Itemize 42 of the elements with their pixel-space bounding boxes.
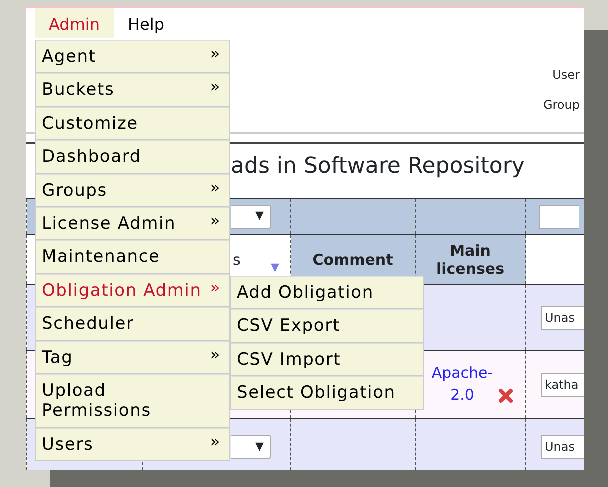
menu-item[interactable]: Scheduler xyxy=(35,307,230,341)
caret-icon: ▼ xyxy=(256,208,264,225)
submenu-arrow-icon: » xyxy=(210,434,221,450)
menu-item[interactable]: Agent » xyxy=(35,40,230,74)
menu-item[interactable]: CSV Import xyxy=(230,342,424,376)
menu-item[interactable]: Maintenance xyxy=(35,240,230,274)
column-header: Main licenses xyxy=(436,242,505,278)
submenu-arrow-icon: » xyxy=(210,214,221,228)
menu-item[interactable]: Buckets » xyxy=(35,73,230,107)
menu-bar-item[interactable]: Admin xyxy=(35,8,114,38)
filter-input[interactable] xyxy=(539,204,579,228)
menu-item[interactable]: Dashboard xyxy=(35,140,230,174)
user-label: User xyxy=(552,67,580,84)
assignee-select[interactable]: Unas xyxy=(541,306,584,330)
assignee-select[interactable]: Unas xyxy=(541,434,584,459)
menu-item[interactable]: Customize xyxy=(35,106,230,140)
menu-item[interactable]: Upload Permissions xyxy=(35,374,230,428)
submenu-arrow-icon: » xyxy=(210,348,221,362)
group-label: Group xyxy=(543,97,580,114)
menu-item[interactable]: Users » xyxy=(35,428,230,462)
menu-item[interactable]: Add Obligation xyxy=(230,276,424,310)
menu-item[interactable]: Groups » xyxy=(35,174,230,207)
sort-icon[interactable]: ▼ xyxy=(271,261,280,274)
menu-item[interactable]: Select Obligation xyxy=(230,376,424,410)
row-select[interactable]: ▼ xyxy=(231,434,271,459)
submenu-arrow-icon: » xyxy=(210,180,221,195)
page-title: ads in Software Repository xyxy=(231,154,525,179)
column-header: Comment xyxy=(312,250,394,268)
menu-bar-item[interactable]: Help xyxy=(114,8,178,38)
remove-icon[interactable] xyxy=(498,388,514,404)
menu-item[interactable]: License Admin » xyxy=(35,206,230,240)
menu-item[interactable]: Obligation Admin » xyxy=(35,274,230,308)
license-link[interactable]: Apache-2.0 xyxy=(428,362,498,407)
filter-select[interactable]: ▼ xyxy=(231,204,271,228)
assignee-select[interactable]: katha xyxy=(541,372,584,396)
menu-item[interactable]: CSV Export xyxy=(230,309,424,343)
submenu-arrow-icon: » xyxy=(210,280,221,296)
caret-icon: ▼ xyxy=(256,438,264,455)
submenu-arrow-icon: » xyxy=(210,80,221,95)
column-header[interactable]: s xyxy=(233,250,241,268)
menu-item[interactable]: Tag » xyxy=(35,340,230,374)
submenu-arrow-icon: » xyxy=(210,47,221,62)
